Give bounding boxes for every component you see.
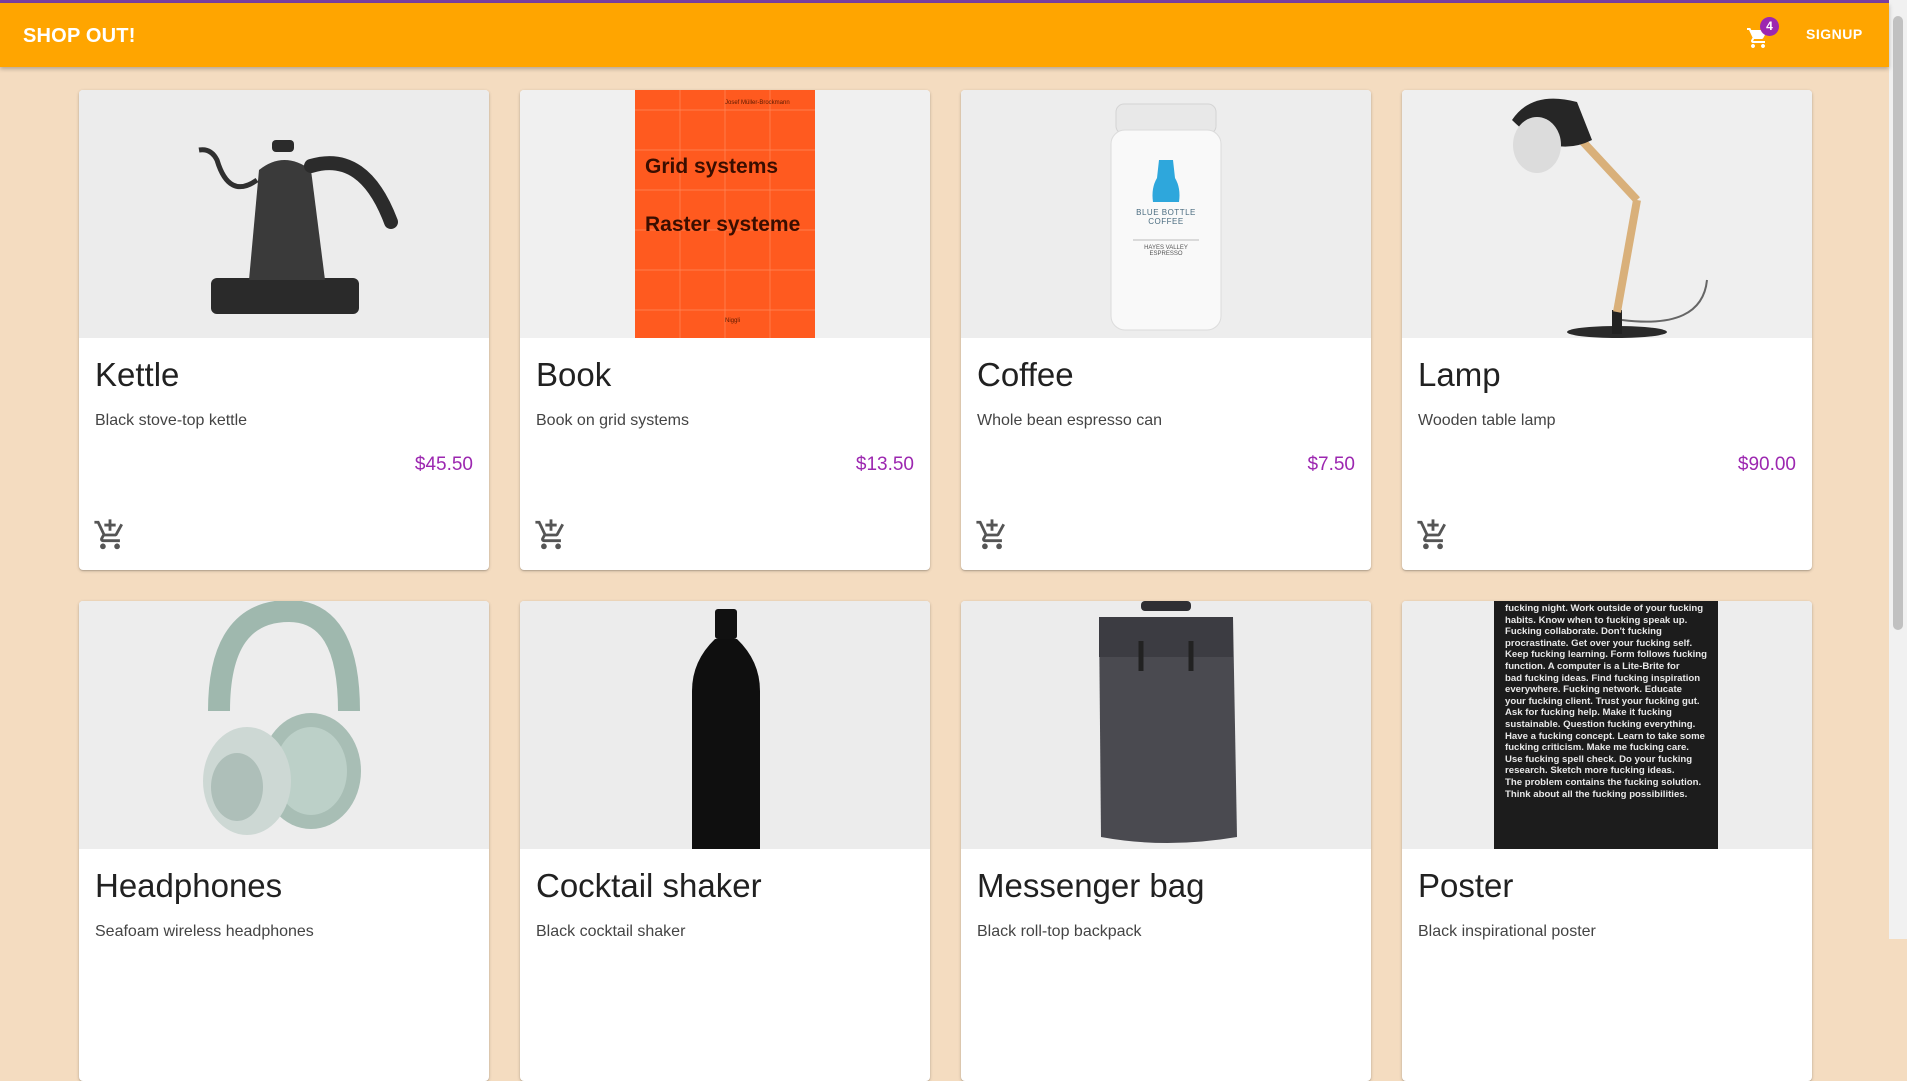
- product-card[interactable]: Headphones Seafoam wireless headphones: [79, 601, 489, 1081]
- book-author-text: Josef Müller-Brockmann: [725, 100, 790, 106]
- page-scrollbar[interactable]: [1889, 0, 1907, 939]
- bottle-image: [520, 601, 930, 849]
- book-publisher-text: Niggli: [725, 318, 741, 324]
- product-card[interactable]: Josef Müller-Brockmann Grid systems Rast…: [520, 90, 930, 570]
- poster-text-line: bad fucking ideas. Find fucking inspirat…: [1505, 672, 1701, 684]
- lamp-image: [1402, 90, 1812, 338]
- product-title[interactable]: Poster: [1418, 867, 1513, 905]
- product-description: Wooden table lamp: [1418, 412, 1556, 429]
- product-description: Whole bean espresso can: [977, 412, 1162, 429]
- product-card[interactable]: Cocktail shaker Black cocktail shaker: [520, 601, 930, 1081]
- product-title[interactable]: Lamp: [1418, 356, 1501, 394]
- product-title[interactable]: Headphones: [95, 867, 282, 905]
- poster-text-line: function. A computer is a Lite-Brite for: [1505, 660, 1680, 672]
- add-shopping-cart-icon: [94, 519, 123, 550]
- poster-text-line: procrastinate. Get over your fucking sel…: [1505, 637, 1693, 649]
- product-title[interactable]: Kettle: [95, 356, 179, 394]
- poster-text-line: Fucking collaborate. Don't fucking: [1505, 626, 1662, 638]
- scrollbar-thumb[interactable]: [1893, 16, 1903, 630]
- product-description: Black cocktail shaker: [536, 923, 686, 940]
- product-card[interactable]: fucking night. Work outside of your fuck…: [1402, 601, 1812, 1081]
- poster-text-block: fucking night. Work outside of your fuck…: [1505, 603, 1713, 800]
- poster-text-line: Ask for fucking help. Make it fucking: [1505, 707, 1672, 719]
- book-subtitle-text: Raster systeme: [645, 213, 801, 236]
- poster-text-line: fucking night. Work outside of your fuck…: [1505, 603, 1704, 614]
- poster-text-line: Have a fucking concept. Learn to take so…: [1505, 730, 1705, 742]
- coffee-can-image: BLUE BOTTLE COFFEE HAYES VALLEY ESPRESSO: [961, 90, 1371, 338]
- product-card[interactable]: Kettle Black stove-top kettle $45.50: [79, 90, 489, 570]
- add-shopping-cart-icon: [535, 519, 564, 550]
- product-description: Book on grid systems: [536, 412, 689, 429]
- product-title[interactable]: Book: [536, 356, 611, 394]
- kettle-image: [79, 90, 489, 338]
- poster-text-line: research. Sketch more fucking ideas.: [1505, 765, 1675, 777]
- product-description: Black roll-top backpack: [977, 923, 1142, 940]
- coffee-brand-text: BLUE BOTTLE COFFEE: [1136, 208, 1196, 226]
- product-card[interactable]: Messenger bag Black roll-top backpack: [961, 601, 1371, 1081]
- product-card[interactable]: Lamp Wooden table lamp $90.00: [1402, 90, 1812, 570]
- product-price: $13.50: [855, 454, 914, 475]
- headphones-image: [79, 601, 489, 849]
- add-to-cart-button[interactable]: [534, 518, 568, 552]
- signup-button[interactable]: SIGNUP: [1806, 26, 1863, 42]
- brand-logo[interactable]: SHOP OUT!: [23, 25, 136, 48]
- product-description: Seafoam wireless headphones: [95, 923, 314, 940]
- poster-text-line: fucking criticism. Make me fucking care.: [1505, 742, 1689, 754]
- cart-button[interactable]: 4: [1743, 17, 1779, 51]
- poster-image: fucking night. Work outside of your fuck…: [1402, 601, 1812, 849]
- product-title[interactable]: Messenger bag: [977, 867, 1204, 905]
- poster-text-line: Use fucking spell check. Do your fucking: [1505, 753, 1693, 765]
- product-description: Black stove-top kettle: [95, 412, 248, 429]
- poster-text-line: everywhere. Fucking network. Educate: [1505, 684, 1683, 696]
- add-to-cart-button[interactable]: [93, 518, 127, 552]
- backpack-image: [961, 601, 1371, 849]
- product-card[interactable]: BLUE BOTTLE COFFEE HAYES VALLEY ESPRESSO…: [961, 90, 1371, 570]
- poster-text-line: Keep fucking learning. Form follows fuck…: [1505, 649, 1708, 661]
- product-price: $45.50: [414, 454, 473, 475]
- book-image: Josef Müller-Brockmann Grid systems Rast…: [520, 90, 930, 338]
- add-to-cart-button[interactable]: [1416, 518, 1450, 552]
- app-bar: SHOP OUT! 4 SIGNUP: [0, 3, 1889, 67]
- product-price: $90.00: [1737, 454, 1796, 475]
- product-title[interactable]: Cocktail shaker: [536, 867, 762, 905]
- product-description: Black inspirational poster: [1418, 923, 1596, 940]
- add-to-cart-button[interactable]: [975, 518, 1009, 552]
- poster-text-line: The problem contains the fucking solutio…: [1505, 776, 1702, 788]
- poster-text-line: habits. Know when to fucking speak up.: [1505, 614, 1688, 626]
- poster-text-line: Think about all the fucking possibilitie…: [1505, 788, 1688, 800]
- poster-text-line: sustainable. Question fucking everything…: [1505, 718, 1696, 730]
- book-title-text: Grid systems: [645, 155, 779, 178]
- cart-count-badge: 4: [1760, 17, 1779, 36]
- poster-text-line: your fucking client. Trust your fucking …: [1505, 695, 1700, 707]
- add-shopping-cart-icon: [1417, 519, 1446, 550]
- product-price: $7.50: [1307, 454, 1355, 475]
- product-title[interactable]: Coffee: [977, 356, 1074, 394]
- coffee-blend-text: HAYES VALLEY ESPRESSO: [1144, 245, 1188, 257]
- add-shopping-cart-icon: [976, 519, 1005, 550]
